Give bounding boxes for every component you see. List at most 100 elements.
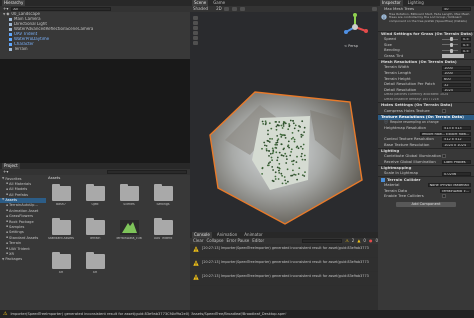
checkbox[interactable] — [442, 108, 446, 113]
field-value[interactable]: 513 x 513 — [442, 126, 471, 131]
warning-count-icon[interactable]: ⚠ — [345, 238, 349, 244]
asset-item[interactable]: bash7 — [48, 184, 74, 207]
status-message[interactable]: Importer(SpeedTreeImporter) generated in… — [10, 312, 286, 316]
field-value[interactable]: 50 — [442, 6, 471, 11]
inspector-field-row[interactable]: Terrain Data TerrainData_c... — [378, 188, 474, 194]
tab-inspector[interactable]: Inspector — [380, 0, 403, 6]
collapse-button[interactable]: Collapse — [206, 238, 223, 244]
field-value[interactable]: Import Raw... Export Raw... — [419, 131, 471, 136]
field-value[interactable]: 600 — [442, 76, 471, 81]
gizmos-icon[interactable] — [372, 7, 377, 11]
add-component-button[interactable]: Add Component — [396, 202, 456, 208]
slider-track[interactable] — [442, 37, 458, 42]
inspector-field-row[interactable]: Base Texture Resolution 1024 x 1024 — [378, 142, 474, 148]
hierarchy-search-input[interactable]: All — [11, 7, 112, 11]
clear-button[interactable]: Clear — [193, 238, 203, 244]
hierarchy-item[interactable]: Terrain — [0, 47, 190, 52]
field-value[interactable]: 0.5 — [461, 37, 471, 42]
asset-item[interactable]: TerrainData_c36... — [116, 220, 142, 241]
inspector-field-row[interactable]: Grass Tint — [378, 53, 474, 59]
asset-item[interactable]: Settings — [150, 184, 176, 207]
field-value[interactable]: 512 x 512 — [442, 137, 471, 142]
inspector-field-row[interactable]: Receive Global Illumination Light Probes — [378, 159, 474, 165]
slider-knob[interactable] — [450, 42, 453, 47]
field-value[interactable]: 1024 — [442, 88, 471, 93]
move-tool-icon[interactable] — [193, 21, 198, 25]
lighting-toggle-icon[interactable] — [223, 7, 229, 11]
inspector-field-row[interactable]: Material None (Physic Material) — [378, 182, 474, 188]
inspector-field-row[interactable]: Size 0.5 — [378, 42, 474, 48]
field-value[interactable]: 0.5 — [461, 42, 471, 47]
checkbox[interactable] — [442, 194, 446, 199]
shading-dropdown[interactable]: Shaded — [193, 6, 208, 12]
project-breadcrumb[interactable]: Assets — [48, 175, 60, 181]
asset-item[interactable]: Terrain — [82, 218, 108, 241]
expand-icon[interactable]: ▼ — [3, 12, 5, 17]
terrain-render[interactable] — [190, 80, 378, 230]
console-row[interactable]: [20:27:13] Importer(SpeedTreeImporter) g… — [190, 258, 378, 272]
asset-item[interactable]: Scenes — [116, 184, 142, 207]
persp-label[interactable]: < Persp — [344, 44, 358, 48]
field-value[interactable]: 1000 — [442, 71, 471, 76]
scene-gizmo[interactable] — [340, 12, 370, 42]
inspector-field-row[interactable]: Detail Resolution Per Patch 32 — [378, 82, 474, 88]
add-icon[interactable]: +▾ — [3, 6, 8, 12]
inspector-field-row[interactable]: Terrain Length 1000 — [378, 71, 474, 77]
console-search-input[interactable] — [302, 239, 343, 243]
slider-knob[interactable] — [450, 48, 453, 53]
editor-dropdown[interactable]: Editor — [252, 238, 264, 244]
inspector-field-row[interactable]: Terrain Height 600 — [378, 76, 474, 82]
checkbox-checked-icon[interactable] — [381, 177, 385, 182]
inspector-field-row[interactable]: Enable Tree Colliders — [378, 194, 474, 200]
asset-item[interactable]: UAV Trident — [150, 218, 176, 241]
project-tree-item[interactable]: ▼ Packages — [0, 257, 46, 262]
inspector-field-row[interactable]: Speed 0.5 — [378, 37, 474, 43]
error-count-icon[interactable]: ● — [369, 238, 373, 244]
inspector-field-row[interactable]: Heightmap Resolution 513 x 513 — [378, 125, 474, 131]
audio-toggle-icon[interactable] — [231, 7, 237, 11]
rect-tool-icon[interactable] — [193, 36, 198, 40]
tab-lighting[interactable]: Lighting — [406, 0, 426, 6]
mode-2d-toggle[interactable]: 2D — [216, 6, 222, 12]
inspector-field-row[interactable]: Bending 0.5 — [378, 48, 474, 54]
scale-tool-icon[interactable] — [193, 31, 198, 35]
inspector-field-row[interactable]: Control Texture Resolution 512 x 512 — [378, 137, 474, 143]
asset-item[interactable]: Standard Assets — [48, 218, 74, 241]
warn-count: 0 — [363, 238, 366, 243]
field-value[interactable]: TerrainData_c... — [439, 188, 471, 193]
rotate-tool-icon[interactable] — [193, 26, 198, 30]
inspector-field-row[interactable]: Max Mesh Trees 50 — [378, 6, 474, 12]
status-warning-icon: ⚠ — [3, 311, 8, 317]
slider-track[interactable] — [442, 48, 458, 53]
asset-item[interactable]: XR — [48, 252, 74, 275]
project-search-input[interactable] — [107, 170, 187, 174]
slider-track[interactable] — [442, 42, 458, 47]
field-value[interactable]: 0.0256 — [442, 171, 471, 176]
asset-item[interactable]: XR — [82, 252, 108, 275]
slider-knob[interactable] — [450, 37, 453, 42]
field-value[interactable]: 1000 — [442, 65, 471, 70]
inspector-field-row[interactable]: Contribute Global Illumination — [378, 154, 474, 160]
asset-item[interactable]: ujed — [82, 184, 108, 207]
hand-tool-icon[interactable] — [193, 16, 198, 20]
field-value[interactable]: 1024 x 1024 — [442, 142, 471, 147]
create-icon[interactable]: +▾ — [3, 169, 8, 175]
transform-tool-icon[interactable] — [193, 41, 198, 45]
field-value-wrap: 1024 — [442, 88, 471, 93]
error-pause-button[interactable]: Error Pause — [226, 238, 249, 244]
project-tree-label: Animation Asset — [9, 208, 39, 213]
warn-count-icon[interactable]: ▲ — [357, 238, 360, 244]
inspector-field-row[interactable]: Compress Holes Texture — [378, 108, 474, 114]
color-swatch[interactable] — [442, 54, 464, 59]
project-tree-label: All Prefabs — [9, 192, 28, 197]
effects-toggle-icon[interactable] — [239, 7, 245, 11]
inspector-field-row[interactable]: Scale In Lightmap 0.0256 — [378, 171, 474, 177]
field-value[interactable]: None (Physic Material) — [427, 183, 471, 188]
console-row[interactable]: [20:27:13] Importer(SpeedTreeImporter) g… — [190, 244, 378, 258]
checkbox[interactable] — [442, 154, 446, 159]
console-row[interactable]: [20:27:13] Importer(SpeedTreeImporter) g… — [190, 272, 378, 286]
field-value[interactable]: Light Probes — [442, 160, 471, 165]
field-value[interactable]: 0.5 — [461, 48, 471, 53]
field-value[interactable]: 32 — [442, 82, 471, 87]
inspector-field-row[interactable]: Terrain Width 1000 — [378, 65, 474, 71]
